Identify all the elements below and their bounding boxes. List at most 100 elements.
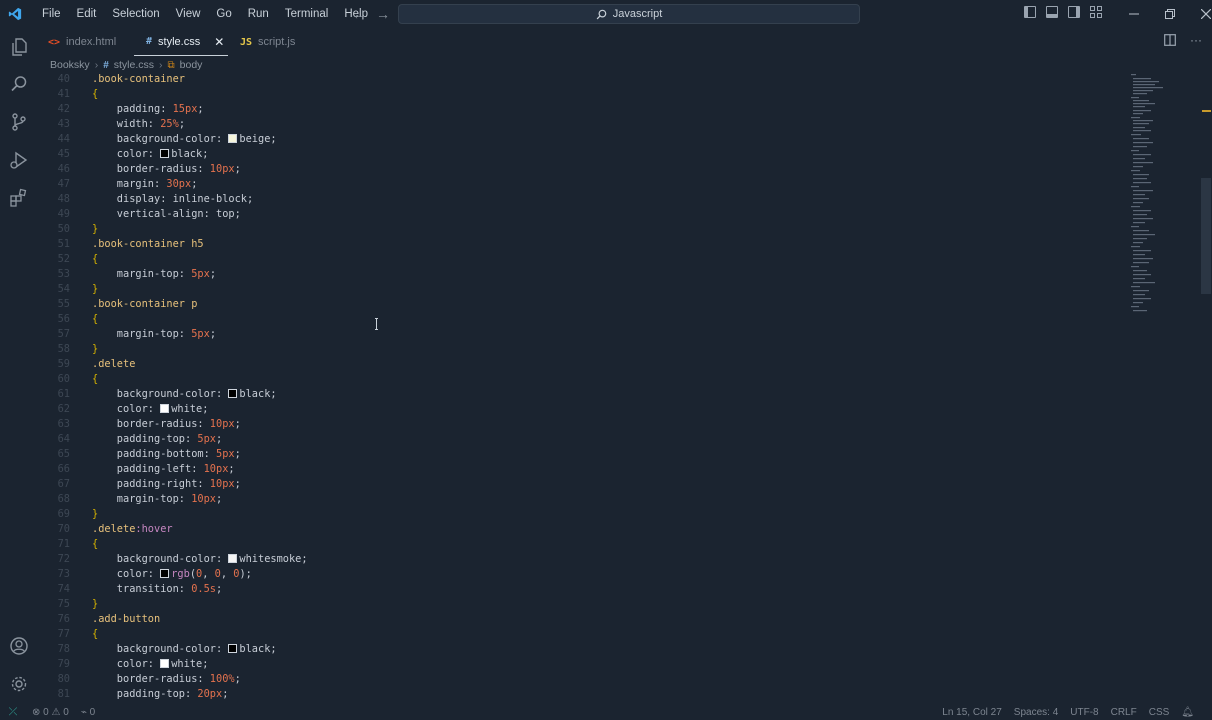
end-of-line[interactable]: CRLF [1105, 707, 1143, 718]
gear-icon[interactable] [9, 674, 29, 694]
menu-file[interactable]: File [34, 0, 69, 28]
close-tab-icon[interactable]: ✕ [214, 35, 224, 49]
code-line[interactable]: 78 background-color: black; [38, 642, 1128, 657]
code-line[interactable]: 60 { [38, 372, 1128, 387]
code-line[interactable]: 51 .book-container h5 [38, 237, 1128, 252]
code-line[interactable]: 49 vertical-align: top; [38, 207, 1128, 222]
source-control-icon[interactable] [9, 112, 29, 132]
code-line[interactable]: 80 border-radius: 100%; [38, 672, 1128, 687]
menu-go[interactable]: Go [208, 0, 239, 28]
menu-edit[interactable]: Edit [69, 0, 105, 28]
code-line[interactable]: 69} [38, 507, 1128, 522]
indentation[interactable]: Spaces: 4 [1008, 707, 1064, 718]
code-line[interactable]: 46 border-radius: 10px; [38, 162, 1128, 177]
color-swatch[interactable] [160, 149, 170, 158]
restore-button[interactable] [1152, 0, 1188, 28]
color-swatch[interactable] [160, 659, 170, 668]
color-swatch[interactable] [160, 404, 170, 413]
code-editor[interactable]: 40 .book-container 41{42 padding: 15px; 43 … [38, 72, 1128, 704]
explorer-files-icon[interactable] [9, 37, 29, 57]
forward-arrow-icon[interactable]: → [376, 6, 390, 22]
code-line[interactable]: 71 { [38, 537, 1128, 552]
cursor-position[interactable]: Ln 15, Col 27 [936, 707, 1008, 718]
menu-view[interactable]: View [168, 0, 209, 28]
code-line[interactable]: 48 display: inline-block; [38, 192, 1128, 207]
code-line[interactable]: 65 padding-bottom: 5px; [38, 447, 1128, 462]
back-arrow-icon[interactable]: ← [352, 6, 366, 22]
code-line[interactable]: 43 width: 25%; [38, 117, 1128, 132]
problems-indicator[interactable]: ⊗ 0 ⚠ 0 [26, 707, 75, 718]
toggle-panel-icon[interactable] [1046, 6, 1058, 18]
code-line[interactable]: 47 margin: 30px; [38, 177, 1128, 192]
minimap[interactable] [1128, 72, 1198, 322]
code-line[interactable]: 58} [38, 342, 1128, 357]
code-token: inline-block [172, 193, 247, 205]
line-number: 59 [57, 358, 70, 370]
code-token: display: [92, 193, 173, 205]
code-token: } [92, 283, 99, 295]
code-line[interactable]: 64 padding-top: 5px; [38, 432, 1128, 447]
code-line[interactable]: 59 .delete [38, 357, 1128, 372]
code-line[interactable]: 45 color: black; [38, 147, 1128, 162]
code-line[interactable]: 77 { [38, 627, 1128, 642]
ports-indicator[interactable]: ⌁ 0 [75, 707, 101, 718]
menu-selection[interactable]: Selection [104, 0, 167, 28]
code-line[interactable]: 57 margin-top: 5px; [38, 327, 1128, 342]
code-line[interactable]: 79 color: white; [38, 657, 1128, 672]
tab-index-html[interactable]: <> index.html [38, 28, 134, 56]
color-swatch[interactable] [228, 134, 238, 143]
search-icon[interactable] [9, 74, 29, 94]
encoding[interactable]: UTF-8 [1064, 707, 1104, 718]
code-line[interactable]: 56 { [38, 312, 1128, 327]
breadcrumb-symbol[interactable]: body [180, 59, 203, 71]
breadcrumb-file[interactable]: style.css [114, 59, 154, 71]
code-line[interactable]: 50} [38, 222, 1128, 237]
code-line[interactable]: 66 padding-left: 10px; [38, 462, 1128, 477]
code-line[interactable]: 41 { [38, 87, 1128, 102]
code-line[interactable]: 52 { [38, 252, 1128, 267]
code-line[interactable]: 74 transition: 0.5s; [38, 582, 1128, 597]
code-line[interactable]: 54} [38, 282, 1128, 297]
code-line[interactable]: 70 .delete:hover [38, 522, 1128, 537]
code-line[interactable]: 61 background-color: black; [38, 387, 1128, 402]
color-swatch[interactable] [228, 554, 238, 563]
accounts-icon[interactable] [9, 636, 29, 656]
minimize-button[interactable] [1116, 0, 1152, 28]
close-window-button[interactable] [1188, 0, 1212, 28]
command-center-search[interactable]: Javascript [398, 4, 860, 24]
color-swatch[interactable] [160, 569, 170, 578]
remote-indicator-icon[interactable]: ⤫ [0, 704, 26, 720]
menu-terminal[interactable]: Terminal [277, 0, 336, 28]
color-swatch[interactable] [228, 644, 238, 653]
toggle-secondary-sidebar-icon[interactable] [1068, 6, 1080, 18]
more-actions-icon[interactable]: ··· [1190, 34, 1202, 46]
code-line[interactable]: 68 margin-top: 10px; [38, 492, 1128, 507]
code-line[interactable]: 42 padding: 15px; [38, 102, 1128, 117]
tab-style-css[interactable]: # style.css ✕ [134, 28, 228, 56]
code-line[interactable]: 62 color: white; [38, 402, 1128, 417]
code-line[interactable]: 67 padding-right: 10px; [38, 477, 1128, 492]
color-swatch[interactable] [228, 389, 238, 398]
run-debug-icon[interactable] [9, 150, 29, 170]
code-line[interactable]: 76 .add-button [38, 612, 1128, 627]
code-line[interactable]: 63 border-radius: 10px; [38, 417, 1128, 432]
breadcrumb-folder[interactable]: Booksky [50, 59, 90, 71]
menu-run[interactable]: Run [240, 0, 277, 28]
code-line[interactable]: 53 margin-top: 5px; [38, 267, 1128, 282]
split-editor-icon[interactable] [1164, 34, 1176, 46]
extensions-icon[interactable] [9, 188, 29, 208]
notifications-bell-icon[interactable]: 🔔︎ [1175, 707, 1200, 718]
code-line[interactable]: 44 background-color: beige; [38, 132, 1128, 147]
code-line[interactable]: 75} [38, 597, 1128, 612]
vertical-scrollbar[interactable] [1201, 178, 1211, 294]
customize-layout-icon[interactable] [1090, 6, 1102, 18]
toggle-primary-sidebar-icon[interactable] [1024, 6, 1036, 18]
language-mode[interactable]: CSS [1143, 707, 1176, 718]
code-line[interactable]: 81 padding-top: 20px; [38, 687, 1128, 702]
code-line[interactable]: 40 .book-container [38, 72, 1128, 87]
code-token: 25% [160, 118, 179, 130]
code-line[interactable]: 72 background-color: whitesmoke; [38, 552, 1128, 567]
code-line[interactable]: 73 color: rgb(0, 0, 0); [38, 567, 1128, 582]
code-line[interactable]: 55 .book-container p [38, 297, 1128, 312]
tab-script-js[interactable]: JS script.js [228, 28, 307, 56]
